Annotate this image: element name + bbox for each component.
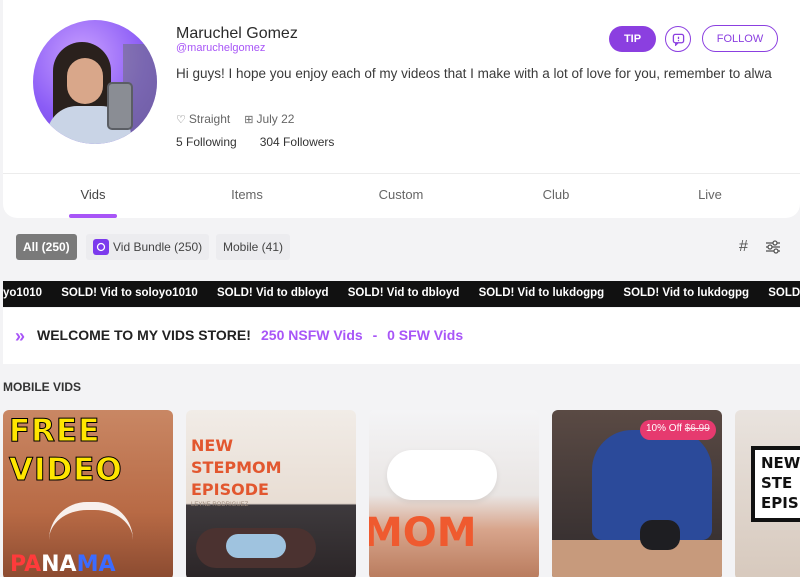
message-icon xyxy=(672,33,684,46)
count-separator: - xyxy=(372,327,378,343)
thumb-text: EPIS xyxy=(761,494,799,512)
bundle-icon xyxy=(93,239,109,255)
video-thumbnail[interactable]: FREE VIDEO PANAMA xyxy=(3,410,173,577)
filter-sliders-icon[interactable] xyxy=(765,239,781,260)
active-tab-indicator xyxy=(69,214,117,218)
birthday-label: July 22 xyxy=(256,112,295,126)
ticker-item: SOLD! Vid to soloyo1010 xyxy=(61,287,198,299)
orientation-info: ♡ Straight xyxy=(176,112,230,126)
thumb-text: STEPMOM xyxy=(191,458,282,477)
ticker-item: yo1010 xyxy=(3,287,43,299)
thumb-credit: LEYNE RODRIGUEZ xyxy=(191,502,249,508)
profile-counts: 5 Following 304 Followers xyxy=(176,135,334,149)
thumb-text: FREE xyxy=(8,413,101,450)
profile-card: Maruchel Gomez @maruchelgomez Hi guys! I… xyxy=(3,0,800,218)
nsfw-count: 250 NSFW Vids xyxy=(261,327,363,343)
followers-count[interactable]: 304 Followers xyxy=(260,135,335,149)
message-button[interactable] xyxy=(665,26,691,52)
orientation-label: Straight xyxy=(188,112,231,126)
hashtag-icon[interactable]: # xyxy=(739,238,748,256)
double-chevron-right-icon: » xyxy=(15,326,25,346)
thumb-text: VIDEO xyxy=(9,452,123,489)
video-thumbnail[interactable]: 10% Off $6.99 xyxy=(552,410,722,577)
video-thumbnail[interactable]: NEW STEPMOM EPISODE LEYNE RODRIGUEZ xyxy=(186,410,356,577)
avatar[interactable] xyxy=(33,20,157,144)
sfw-count: 0 SFW Vids xyxy=(387,327,464,343)
filter-vid-bundle[interactable]: Vid Bundle (250) xyxy=(86,234,210,260)
ticker-item: SOLD! Vid to lukdogpg xyxy=(478,287,605,299)
heart-icon: ♡ xyxy=(176,113,186,126)
video-thumbnail[interactable]: MOM xyxy=(369,410,539,577)
thumb-text: EPISODE xyxy=(191,480,269,499)
welcome-banner: » WELCOME TO MY VIDS STORE! 250 NSFW Vid… xyxy=(3,308,800,364)
sales-ticker: yo1010 SOLD! Vid to soloyo1010 SOLD! Vid… xyxy=(3,281,800,307)
thumb-text: MA xyxy=(76,552,116,577)
tip-button[interactable]: TIP xyxy=(609,26,656,52)
ticker-item: SOLD! Vid to lukdogpg xyxy=(623,287,750,299)
thumb-text: NEW xyxy=(761,454,800,472)
birthday-info: ⊞ July 22 xyxy=(244,112,294,126)
discount-label: 10% Off xyxy=(646,423,682,434)
thumb-text: MOM xyxy=(369,510,477,556)
welcome-counts: 250 NSFW Vids - 0 SFW Vids xyxy=(261,327,463,343)
thumb-text: NA xyxy=(41,552,77,577)
thumb-text: NEW xyxy=(191,436,233,455)
profile-bio: Hi guys! I hope you enjoy each of my vid… xyxy=(176,66,772,81)
ticker-track: yo1010 SOLD! Vid to soloyo1010 SOLD! Vid… xyxy=(3,287,800,299)
old-price: $6.99 xyxy=(684,423,710,434)
profile-handle: @maruchelgomez xyxy=(176,42,266,54)
profile-meta: ♡ Straight ⊞ July 22 xyxy=(176,112,294,126)
filter-all[interactable]: All (250) xyxy=(16,234,77,260)
tab-club[interactable]: Club xyxy=(506,187,606,202)
tab-live[interactable]: Live xyxy=(660,187,760,202)
follow-button[interactable]: FOLLOW xyxy=(702,25,778,52)
thumb-text: STE xyxy=(761,474,793,492)
section-title-mobile-vids: MOBILE VIDS xyxy=(3,380,82,394)
ticker-item: SOLD! Vid to dbloyd xyxy=(347,287,460,299)
ticker-item: SOLD! Vid to dbloyd xyxy=(216,287,329,299)
thumb-text: PANAMA xyxy=(10,552,116,577)
video-thumbnail[interactable]: NEW STE EPIS xyxy=(735,410,800,577)
tab-vids[interactable]: Vids xyxy=(43,187,143,202)
profile-name: Maruchel Gomez xyxy=(176,25,298,42)
following-count[interactable]: 5 Following xyxy=(176,135,237,149)
welcome-text: WELCOME TO MY VIDS STORE! xyxy=(37,327,251,343)
filter-vid-bundle-label: Vid Bundle (250) xyxy=(113,240,203,254)
tabs-divider xyxy=(3,173,800,174)
thumb-text: PA xyxy=(10,552,42,577)
tab-items[interactable]: Items xyxy=(197,187,297,202)
tab-custom[interactable]: Custom xyxy=(351,187,451,202)
ticker-item: SOLD! Vid to Ja xyxy=(768,287,800,299)
filter-mobile[interactable]: Mobile (41) xyxy=(216,234,291,260)
discount-badge: 10% Off $6.99 xyxy=(640,420,716,440)
gift-icon: ⊞ xyxy=(244,113,254,126)
